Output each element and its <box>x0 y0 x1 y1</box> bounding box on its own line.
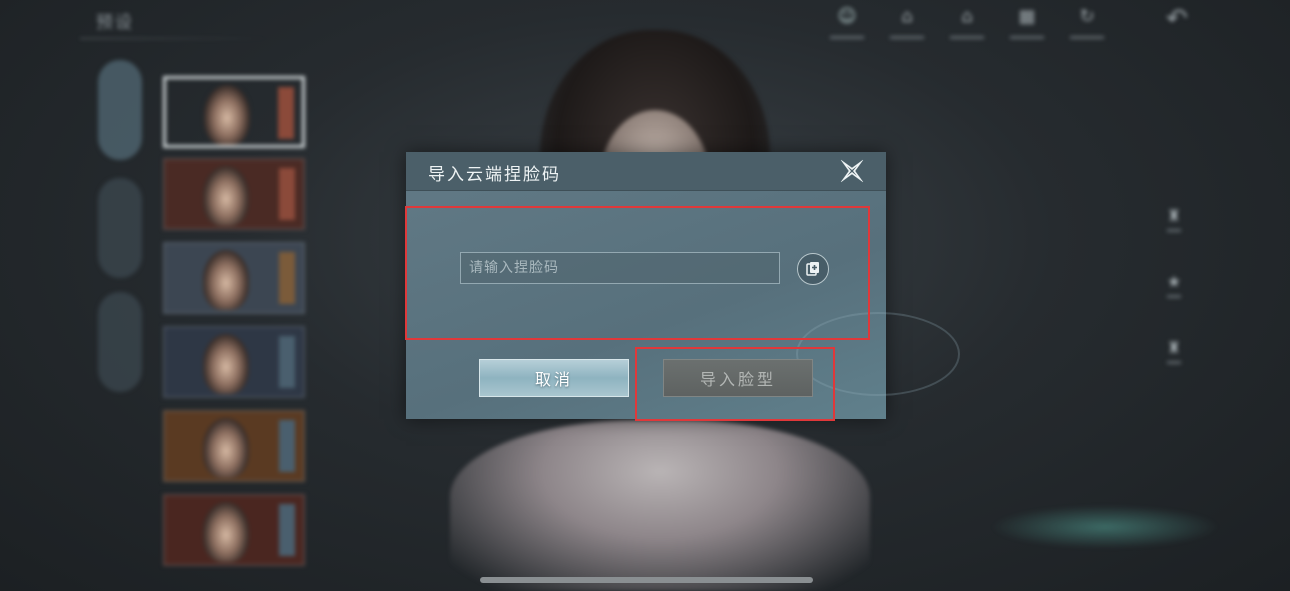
house-icon: ⌂ <box>961 6 973 27</box>
toolbar-item-label <box>830 36 864 39</box>
preset-tag <box>278 87 294 139</box>
toolbar-item-label <box>1010 36 1044 39</box>
cancel-button[interactable]: 取消 <box>479 359 629 397</box>
preset-tag <box>279 252 295 304</box>
preset-thumbnail[interactable] <box>163 494 305 566</box>
preset-face <box>203 334 249 394</box>
import-button-highlight <box>635 347 835 421</box>
toolbar-item-label <box>1070 36 1104 39</box>
divider <box>80 38 270 39</box>
face-code-input[interactable] <box>460 252 780 284</box>
toolbar-item-label <box>890 36 924 39</box>
right-tool-label <box>1167 295 1181 298</box>
right-tool-hat[interactable]: ♜ <box>1160 206 1188 246</box>
preset-tag <box>279 168 295 220</box>
toolbar-item-house-1[interactable]: ⌂ <box>884 6 930 46</box>
right-tool-tag[interactable]: ♜ <box>1160 338 1188 378</box>
side-tab-2[interactable] <box>98 178 142 278</box>
preset-thumbnail[interactable] <box>163 326 305 398</box>
platform-glow <box>990 505 1220 549</box>
paste-icon <box>806 262 819 276</box>
preset-thumbnail[interactable] <box>163 158 305 230</box>
right-tool-label <box>1167 361 1181 364</box>
toolbar-item-grid[interactable]: ▦ <box>1004 6 1050 46</box>
preset-thumbnail[interactable] <box>163 410 305 482</box>
preset-thumbnail[interactable] <box>163 242 305 314</box>
refresh-icon: ↻ <box>1079 6 1095 27</box>
preset-tag <box>279 336 295 388</box>
preset-face <box>203 166 249 226</box>
toolbar-item-label <box>950 36 984 39</box>
star-icon: ★ <box>1166 272 1182 291</box>
preset-tag <box>279 504 295 556</box>
home-indicator <box>480 577 813 583</box>
side-tab-1[interactable] <box>98 60 142 160</box>
back-icon[interactable]: ↶ <box>1166 4 1188 34</box>
face-icon: ☺ <box>837 6 857 27</box>
top-toolbar: ☺ ⌂ ⌂ ▦ ↻ <box>824 6 1110 46</box>
close-icon[interactable] <box>838 157 866 185</box>
tag-icon: ♜ <box>1166 338 1182 357</box>
section-title: 预设 <box>96 13 134 33</box>
character-body <box>450 420 870 591</box>
grid-icon: ▦ <box>1018 6 1036 27</box>
toolbar-item-house-2[interactable]: ⌂ <box>944 6 990 46</box>
right-tool-label <box>1167 229 1181 232</box>
preset-face <box>204 85 250 145</box>
preset-face <box>203 502 249 562</box>
dialog-title: 导入云端捏脸码 <box>428 165 561 185</box>
right-tool-star[interactable]: ★ <box>1160 272 1188 312</box>
toolbar-item-face[interactable]: ☺ <box>824 6 870 46</box>
preset-face <box>203 250 249 310</box>
side-tab-3[interactable] <box>98 292 142 392</box>
preset-tag <box>279 420 295 472</box>
preset-face <box>203 418 249 478</box>
dialog-header: 导入云端捏脸码 <box>406 152 886 191</box>
hat-icon: ♜ <box>1166 206 1182 225</box>
house-icon: ⌂ <box>901 6 913 27</box>
toolbar-item-refresh[interactable]: ↻ <box>1064 6 1110 46</box>
preset-thumbnail[interactable] <box>163 76 305 148</box>
paste-button[interactable] <box>797 253 829 285</box>
